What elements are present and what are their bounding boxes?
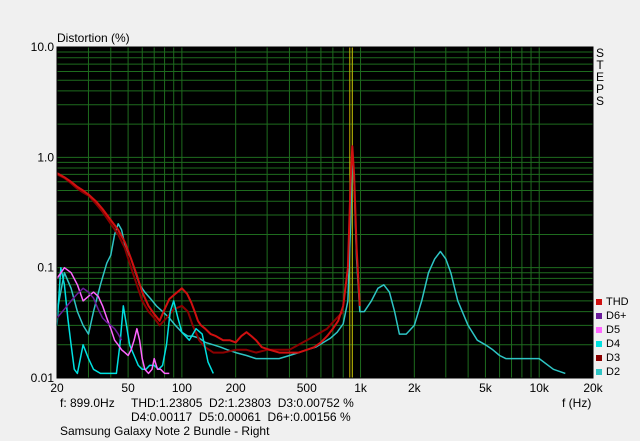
distortion-readout-line1: THD:1.23805 D2:1.23803 D3:0.00752 % — [131, 396, 354, 410]
legend-label: D4 — [606, 338, 621, 350]
legend-swatch — [596, 341, 602, 347]
x-tick-label: 5k — [479, 381, 493, 395]
legend-item: THD — [596, 295, 629, 309]
x-axis-label: f (Hz) — [562, 396, 592, 410]
legend-swatch — [596, 369, 602, 375]
legend-swatch — [596, 299, 602, 305]
x-tick-label: 200 — [226, 381, 246, 395]
legend-label: D3 — [606, 352, 621, 364]
legend-item: D2 — [596, 365, 620, 379]
legend-swatch — [596, 355, 602, 361]
x-tick-label: 50 — [121, 381, 135, 395]
steps-letter: S — [595, 94, 604, 108]
chart-title: Distortion (%) — [57, 31, 130, 45]
legend-item: D3 — [596, 351, 620, 365]
y-tick-label: 10.0 — [31, 40, 55, 54]
legend-label: D5 — [606, 324, 621, 336]
device-label: Samsung Galaxy Note 2 Bundle - Right — [60, 424, 270, 438]
x-tick-label: 100 — [172, 381, 192, 395]
legend-swatch — [596, 327, 602, 333]
x-tick-label: 20 — [50, 381, 64, 395]
distortion-readout-line2: D4:0.00117 D5:0.00061 D6+:0.00156 % — [131, 410, 351, 424]
legend-label: D6+ — [606, 310, 627, 322]
distortion-chart: 10.01.00.10.0120 50 100 200 500 1k 2k 5k 10k 20k — [31, 40, 604, 395]
cursor-frequency-readout: f: 899.0Hz — [60, 396, 115, 410]
legend-item: D4 — [596, 337, 620, 351]
x-tick-label: 1k — [354, 381, 368, 395]
legend-item: D6+ — [596, 309, 627, 323]
y-tick-label: 1.0 — [37, 150, 54, 164]
x-tick-label: 500 — [297, 381, 317, 395]
y-tick-label: 0.1 — [37, 261, 54, 275]
legend-label: D2 — [606, 366, 621, 378]
x-tick-label: 10k — [530, 381, 550, 395]
x-tick-label: 2k — [408, 381, 422, 395]
legend-item: D5 — [596, 323, 620, 337]
x-tick-label: 20k — [583, 381, 603, 395]
legend-label: THD — [606, 296, 629, 308]
legend-swatch — [596, 313, 602, 319]
